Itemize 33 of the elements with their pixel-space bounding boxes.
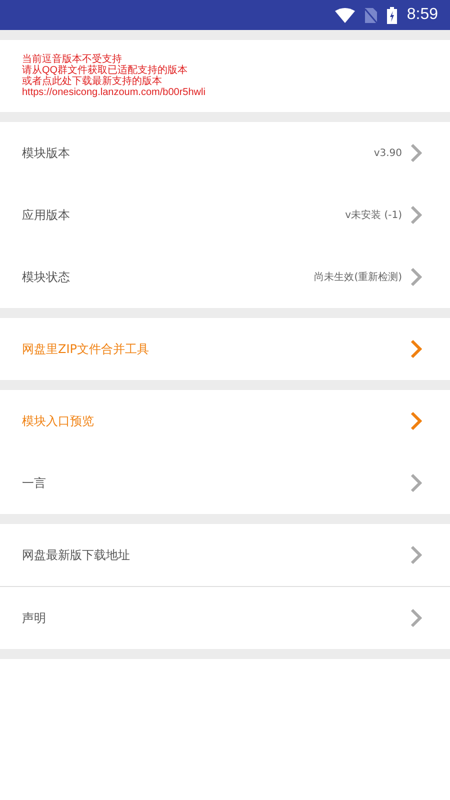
- no-sim-icon: [364, 8, 377, 22]
- settings-row[interactable]: 网盘最新版下载地址: [0, 524, 450, 586]
- chevron-icon: [410, 411, 422, 431]
- notice-text: 请从QQ群文件获取已适配支持的版本: [22, 65, 189, 76]
- row-label: 模块版本: [22, 144, 71, 162]
- row-label: 一言: [22, 474, 47, 492]
- row-value: v未安装 (-1): [345, 208, 402, 222]
- wifi-icon: [334, 8, 355, 22]
- row-label: 声明: [22, 610, 47, 626]
- settings-row[interactable]: 应用版本 v未安装 (-1): [0, 184, 450, 246]
- row-label: 模块入口预览: [22, 412, 95, 430]
- chevron-icon: [410, 608, 422, 628]
- row-value: v3.90: [374, 148, 402, 158]
- notice-text: 或者点此处下载最新支持的版本: [22, 76, 163, 87]
- settings-row[interactable]: 一言: [0, 452, 450, 514]
- row-label: 应用版本: [22, 206, 71, 224]
- row-label: 网盘里ZIP文件合并工具: [22, 340, 150, 358]
- chevron-icon: [410, 473, 422, 493]
- chevron-icon: [410, 545, 422, 565]
- notice-text: 当前逗音版本不受支持: [22, 54, 122, 65]
- chevron-icon: [410, 339, 422, 359]
- battery-charging-icon: [386, 6, 397, 24]
- notice-card[interactable]: 当前逗音版本不受支持 请从QQ群文件获取已适配支持的版本 或者点此处下载最新支持的版本 https://onesicong.lanzoum.com/b00r5hwli: [0, 40, 450, 112]
- settings-row[interactable]: 模块版本 v3.90: [0, 122, 450, 184]
- row-value: 尚未生效(重新检测): [314, 270, 402, 284]
- chevron-icon: [410, 267, 422, 287]
- notice-text: https://onesicong.lanzoum.com/b00r5hwli: [22, 87, 206, 98]
- settings-row[interactable]: 模块状态 尚未生效(重新检测): [0, 246, 450, 308]
- row-label: 网盘最新版下载地址: [22, 546, 131, 564]
- row-label: 模块状态: [22, 268, 71, 286]
- clock-time: 8:59: [406, 6, 438, 24]
- chevron-icon: [410, 143, 422, 163]
- chevron-icon: [410, 205, 422, 225]
